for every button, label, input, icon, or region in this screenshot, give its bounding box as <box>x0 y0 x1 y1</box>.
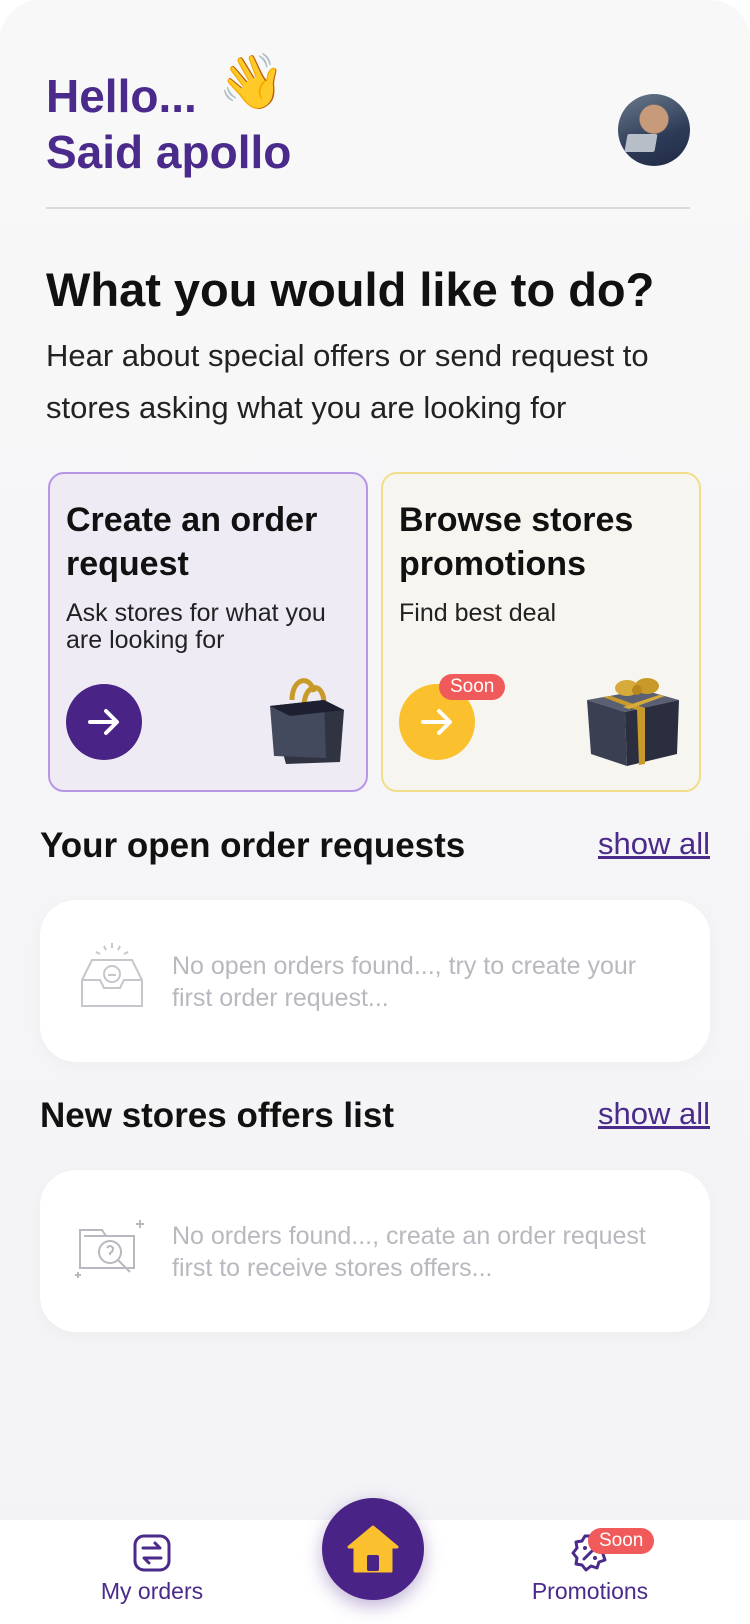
browse-promotions-card[interactable]: Browse stores promotions Find best deal … <box>381 472 701 792</box>
avatar[interactable] <box>618 94 690 166</box>
promotions-soon-badge: Soon <box>588 1528 655 1554</box>
open-orders-empty-text: No open orders found..., try to create y… <box>172 952 637 1012</box>
browse-promotions-title: Browse stores promotions <box>399 501 634 583</box>
page-title: What you would like to do? <box>46 263 655 316</box>
browse-promotions-desc: Find best deal <box>399 599 557 627</box>
offers-title: New stores offers list <box>40 1096 394 1135</box>
divider <box>46 207 690 209</box>
tab-my-orders-label: My orders <box>100 1578 204 1604</box>
create-order-card[interactable]: Create an order request Ask stores for w… <box>48 472 368 792</box>
create-order-button[interactable] <box>66 684 142 760</box>
page-subtitle: Hear about special offers or send reques… <box>46 338 649 425</box>
offers-show-all-link[interactable]: show all <box>598 1096 710 1132</box>
tab-promotions-label: Promotions <box>531 1578 649 1604</box>
tab-promotions[interactable]: Promotions Soon <box>530 1528 655 1605</box>
offers-empty-text: No orders found..., create an order requ… <box>172 1222 646 1282</box>
home-icon <box>347 1525 399 1573</box>
open-orders-empty-state: No open orders found..., try to create y… <box>40 900 710 1062</box>
open-orders-title: Your open order requests <box>40 826 466 865</box>
empty-inbox-icon <box>81 943 143 1007</box>
avatar-laptop <box>624 134 658 152</box>
open-orders-show-all-link[interactable]: show all <box>598 826 710 862</box>
arrow-right-icon <box>421 709 452 735</box>
tab-my-orders[interactable]: My orders <box>98 1534 206 1605</box>
shopping-bag-icon <box>270 678 344 764</box>
create-order-title: Create an order request <box>66 501 318 583</box>
user-name: Said apollo <box>46 126 292 178</box>
greeting: Hello... 👋 Said apollo <box>46 54 292 180</box>
folder-search-icon <box>75 1220 144 1278</box>
waving-hand-icon: 👋 <box>218 52 286 112</box>
soon-badge: Soon <box>439 674 506 700</box>
offers-empty-state: No orders found..., create an order requ… <box>40 1170 710 1332</box>
home-screen: Hello... 👋 Said apollo What you would li… <box>0 0 750 1624</box>
create-order-desc: Ask stores for what you are looking for <box>66 599 326 654</box>
orders-exchange-icon <box>133 1534 171 1572</box>
gift-box-icon <box>587 678 679 766</box>
home-button[interactable] <box>322 1498 424 1600</box>
arrow-right-icon <box>88 709 119 735</box>
